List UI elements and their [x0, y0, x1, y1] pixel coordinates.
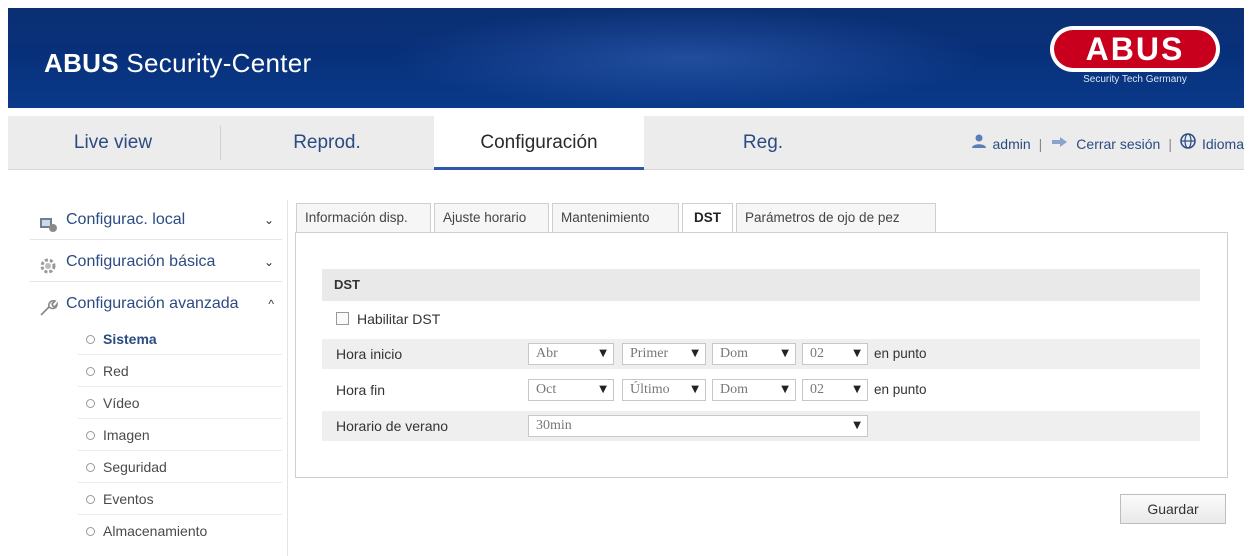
- dropdown-arrow-icon: ▼: [781, 348, 789, 359]
- app-title: ABUS Security-Center: [44, 48, 312, 79]
- app-header: ABUS Security-Center ABUS Security Tech …: [8, 8, 1244, 108]
- abus-logo: ABUS Security Tech Germany: [1050, 26, 1220, 90]
- sidebar-item-imagen[interactable]: Imagen: [86, 420, 282, 450]
- tab-configuration[interactable]: Configuración: [434, 116, 644, 170]
- sidebar-section-advanced-config[interactable]: Configuración avanzada ^: [30, 284, 282, 324]
- user-icon: [971, 117, 987, 171]
- tab-live-view[interactable]: Live view: [8, 116, 218, 170]
- end-month-select[interactable]: Oct ▼: [528, 379, 614, 401]
- end-day-select[interactable]: Dom ▼: [712, 379, 796, 401]
- local-config-icon: [38, 210, 58, 232]
- logo-text: ABUS: [1054, 30, 1216, 68]
- tab-maintenance[interactable]: Mantenimiento: [552, 203, 679, 233]
- sidebar-section-basic-config[interactable]: Configuración básica ⌄: [30, 242, 282, 282]
- enable-dst-label: Habilitar DST: [357, 311, 441, 327]
- dst-offset-row: Horario de verano 30min ▼: [322, 411, 1200, 441]
- dropdown-arrow-icon: ▼: [599, 384, 607, 395]
- tab-playback[interactable]: Reprod.: [222, 116, 432, 170]
- sidebar-item-eventos[interactable]: Eventos: [86, 484, 282, 514]
- dropdown-arrow-icon: ▼: [853, 384, 861, 395]
- gear-icon: [38, 252, 58, 274]
- sidebar-item-almacenamiento[interactable]: Almacenamiento: [86, 516, 282, 546]
- user-area: admin | Cerrar sesión | Idioma: [971, 116, 1244, 170]
- sidebar-item-video[interactable]: Vídeo: [86, 388, 282, 418]
- sidebar-section-label: Configurac. local: [66, 211, 186, 228]
- dropdown-arrow-icon: ▼: [853, 420, 861, 431]
- enable-dst-row: Habilitar DST: [336, 311, 440, 333]
- dst-offset-label: Horario de verano: [336, 418, 449, 434]
- end-hour-select[interactable]: 02 ▼: [802, 379, 868, 401]
- logout-icon: [1050, 117, 1070, 171]
- chevron-down-icon: ⌄: [263, 255, 274, 269]
- start-day-select[interactable]: Dom ▼: [712, 343, 796, 365]
- start-week-select[interactable]: Primer ▼: [622, 343, 706, 365]
- dropdown-arrow-icon: ▼: [853, 348, 861, 359]
- end-suffix: en punto: [874, 382, 927, 397]
- end-time-label: Hora fin: [336, 382, 386, 398]
- start-hour-select[interactable]: 02 ▼: [802, 343, 868, 365]
- dropdown-arrow-icon: ▼: [599, 348, 607, 359]
- sidebar-section-label: Configuración básica: [66, 253, 216, 270]
- section-title: DST: [322, 269, 1200, 301]
- enable-dst-checkbox[interactable]: [336, 311, 349, 325]
- dst-panel: DST Habilitar DST Hora inicio Abr ▼ Prime…: [295, 232, 1228, 478]
- wrench-icon: [38, 294, 58, 316]
- tab-device-info[interactable]: Información disp.: [296, 203, 431, 233]
- sidebar-section-local-config[interactable]: Configurac. local ⌄: [30, 200, 282, 240]
- nav-divider: [220, 126, 221, 160]
- username[interactable]: admin: [993, 117, 1031, 171]
- tab-log[interactable]: Reg.: [658, 116, 868, 170]
- tab-dst[interactable]: DST: [682, 203, 733, 234]
- logo-tagline: Security Tech Germany: [1083, 74, 1187, 85]
- sidebar-item-red[interactable]: Red: [86, 356, 282, 386]
- save-button[interactable]: Guardar: [1120, 494, 1226, 524]
- app-title-brand: ABUS: [44, 48, 119, 78]
- dropdown-arrow-icon: ▼: [781, 384, 789, 395]
- sidebar-section-label: Configuración avanzada: [66, 295, 239, 312]
- dst-offset-select[interactable]: 30min ▼: [528, 415, 868, 437]
- start-suffix: en punto: [874, 346, 927, 361]
- start-month-select[interactable]: Abr ▼: [528, 343, 614, 365]
- start-time-label: Hora inicio: [336, 346, 403, 362]
- sidebar-item-sistema[interactable]: Sistema: [86, 324, 282, 354]
- globe-icon: [1180, 117, 1196, 171]
- chevron-up-icon: ^: [268, 297, 274, 311]
- app-title-rest: Security-Center: [118, 48, 312, 78]
- end-week-select[interactable]: Último ▼: [622, 379, 706, 401]
- language-link[interactable]: Idioma: [1202, 117, 1244, 171]
- logout-link[interactable]: Cerrar sesión: [1076, 117, 1160, 171]
- main-nav: Live view Reprod. Configuración Reg. adm…: [8, 116, 1244, 170]
- sidebar-item-seguridad[interactable]: Seguridad: [86, 452, 282, 482]
- start-time-row: Hora inicio Abr ▼ Primer ▼ Dom ▼ 02 ▼ en pun…: [322, 339, 1200, 369]
- sidebar: Configurac. local ⌄ Configuración básica…: [30, 200, 288, 556]
- tab-fisheye-params[interactable]: Parámetros de ojo de pez: [736, 203, 936, 233]
- chevron-down-icon: ⌄: [263, 213, 274, 227]
- tab-time-settings[interactable]: Ajuste horario: [434, 203, 549, 233]
- dropdown-arrow-icon: ▼: [691, 384, 699, 395]
- end-time-row: Hora fin Oct ▼ Último ▼ Dom ▼ 02 ▼ en punto: [322, 375, 1200, 405]
- dropdown-arrow-icon: ▼: [691, 348, 699, 359]
